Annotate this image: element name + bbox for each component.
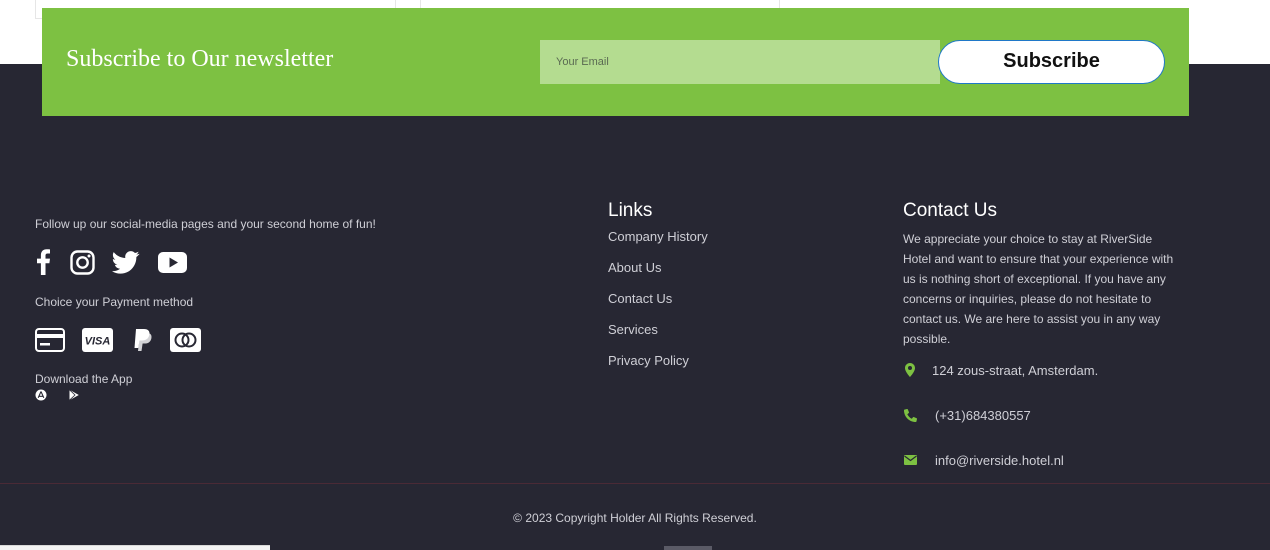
- link-about-us[interactable]: About Us: [608, 260, 661, 275]
- link-privacy-policy[interactable]: Privacy Policy: [608, 353, 689, 368]
- twitter-icon[interactable]: [112, 248, 140, 276]
- footer-divider: [0, 483, 1270, 484]
- newsletter-banner: Subscribe to Our newsletter Subscribe: [42, 8, 1189, 116]
- credit-card-icon: [35, 328, 65, 352]
- phone-icon: [903, 408, 917, 422]
- map-pin-icon: [903, 363, 917, 377]
- google-play-icon[interactable]: [68, 389, 80, 401]
- link-contact-us[interactable]: Contact Us: [608, 291, 672, 306]
- visa-icon: VISA: [82, 328, 113, 352]
- social-follow-text: Follow up our social-media pages and you…: [35, 217, 376, 231]
- scroll-to-top-button[interactable]: [664, 546, 712, 550]
- contact-phone[interactable]: (+31)684380557: [935, 408, 1031, 423]
- envelope-icon: [903, 453, 917, 467]
- payment-label: Choice your Payment method: [35, 295, 194, 309]
- link-company-history[interactable]: Company History: [608, 229, 708, 244]
- contact-heading: Contact Us: [903, 200, 997, 221]
- email-input[interactable]: [540, 40, 940, 84]
- newsletter-title: Subscribe to Our newsletter: [66, 46, 334, 72]
- svg-text:VISA: VISA: [85, 336, 111, 348]
- subscribe-button[interactable]: Subscribe: [938, 40, 1165, 84]
- copyright-text: © 2023 Copyright Holder All Rights Reser…: [513, 511, 757, 525]
- contact-description: We appreciate your choice to stay at Riv…: [903, 232, 1174, 346]
- contact-email[interactable]: info@riverside.hotel.nl: [935, 453, 1064, 468]
- paypal-icon: [131, 328, 153, 352]
- facebook-icon[interactable]: [35, 248, 51, 276]
- youtube-icon[interactable]: [158, 248, 187, 276]
- download-app-label: Download the App: [35, 372, 133, 386]
- bottom-left-bar: [0, 545, 270, 550]
- instagram-icon[interactable]: [70, 248, 95, 276]
- link-services[interactable]: Services: [608, 322, 658, 337]
- links-heading: Links: [608, 200, 653, 221]
- app-store-icon[interactable]: [35, 389, 47, 401]
- contact-address: 124 zous-straat, Amsterdam.: [932, 363, 1099, 378]
- mastercard-icon: [170, 328, 201, 352]
